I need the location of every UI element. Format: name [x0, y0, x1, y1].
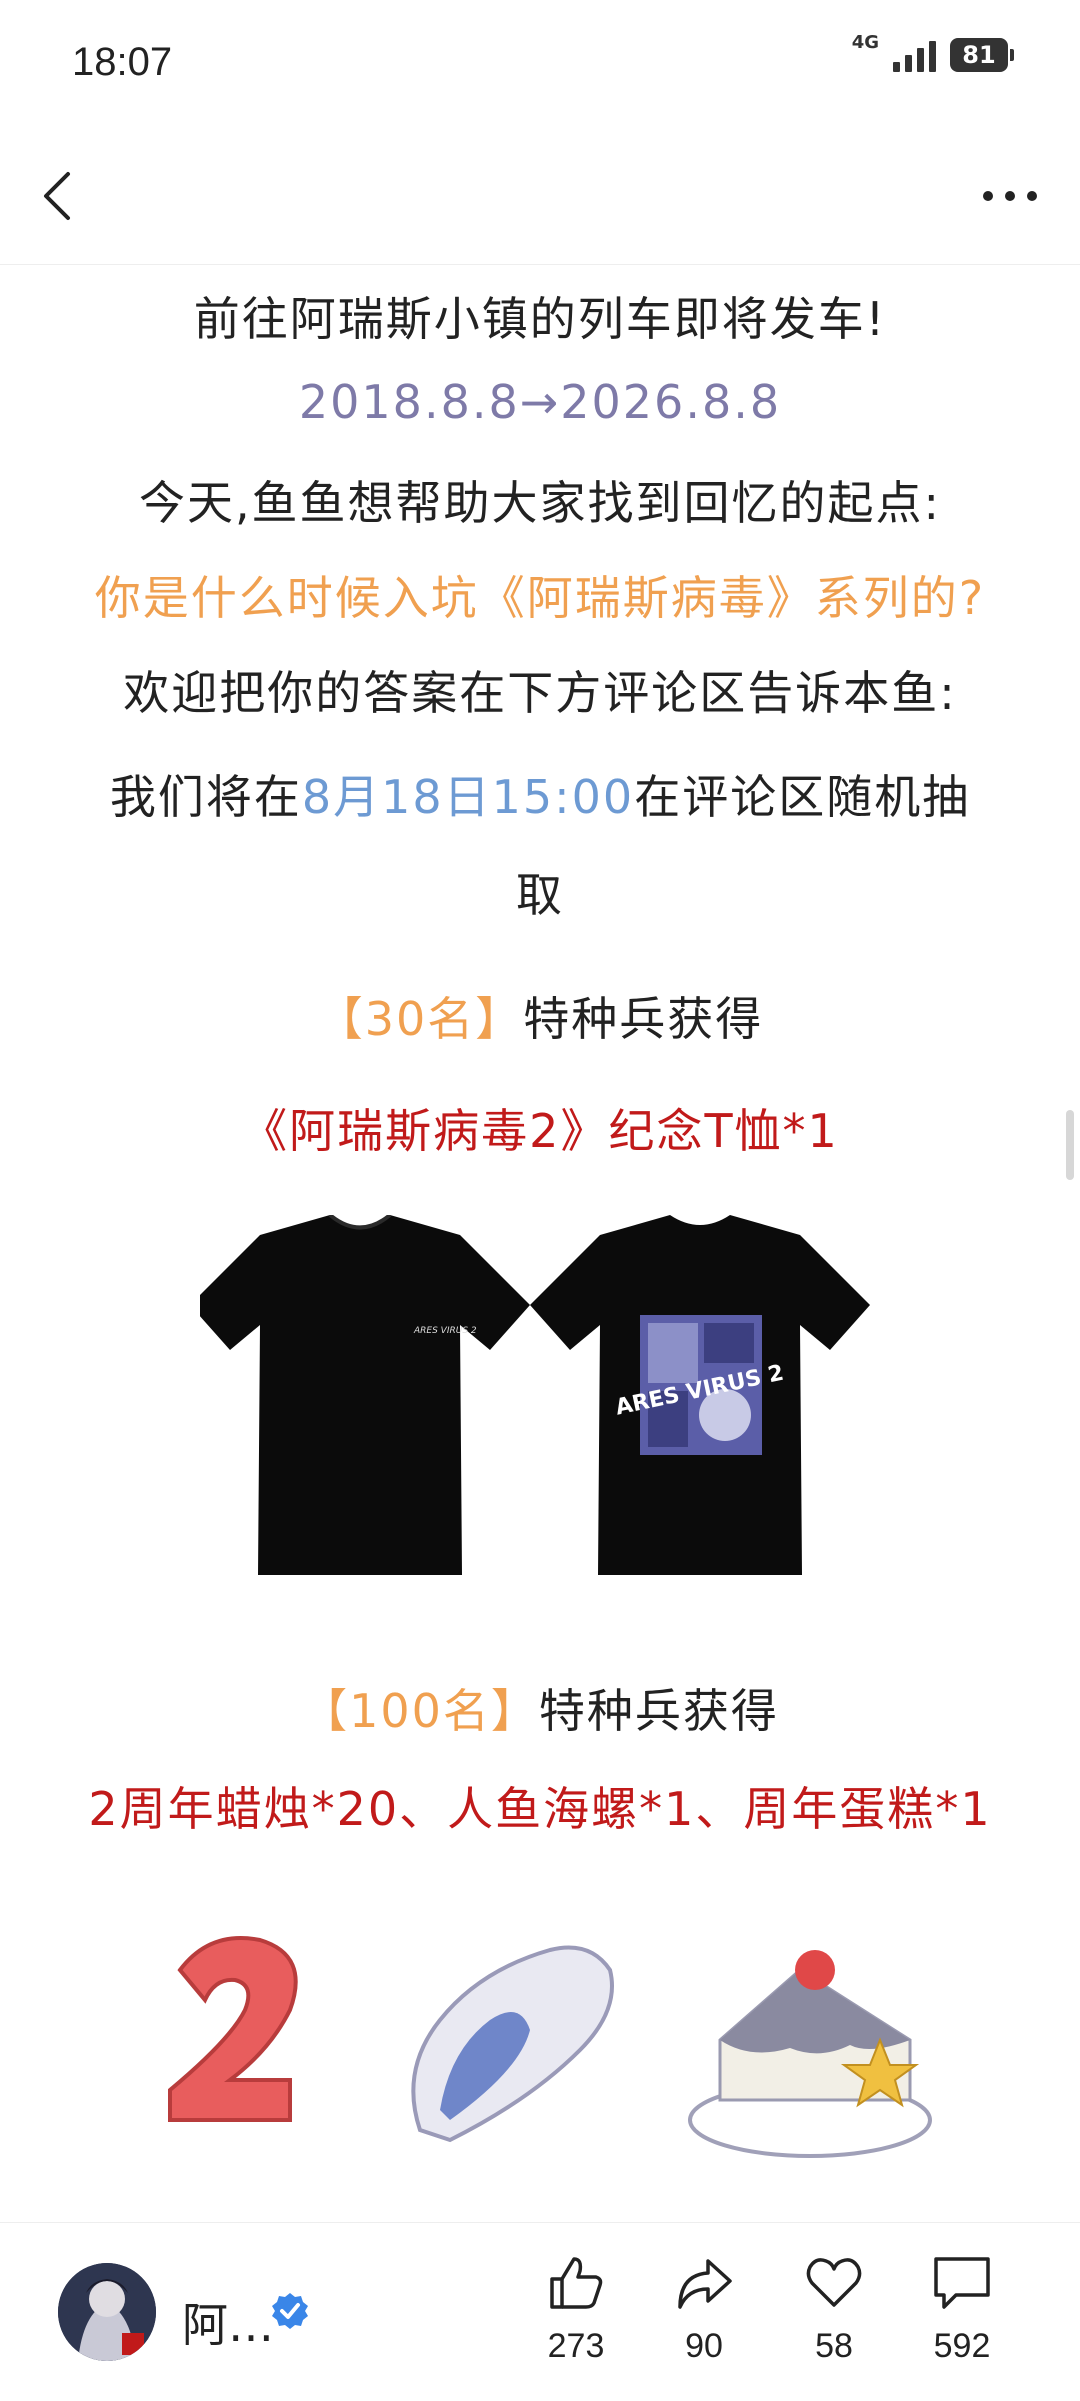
- prize2-heading: 【100名】特种兵获得: [0, 1675, 1080, 1741]
- like-button[interactable]: 273: [526, 2253, 626, 2366]
- draw-announcement-cont: 取: [516, 868, 564, 922]
- draw-time: 8月18日15:00: [301, 770, 635, 824]
- share-button[interactable]: 90: [654, 2253, 754, 2366]
- post-headline: 前往阿瑞斯小镇的列车即将发车!: [193, 292, 887, 346]
- prize2-count: 【100名】: [301, 1684, 539, 1738]
- post-intro: 今天,鱼鱼想帮助大家找到回忆的起点:: [138, 476, 942, 530]
- like-count: 273: [547, 2327, 605, 2365]
- prize1-item: 《阿瑞斯病毒2》纪念T恤*1: [241, 1104, 839, 1158]
- comment-icon: [934, 2257, 990, 2309]
- battery-icon: 81: [950, 38, 1014, 72]
- favorite-button[interactable]: 58: [784, 2253, 884, 2366]
- status-time: 18:07: [72, 40, 173, 84]
- thumbs-up-icon: [550, 2257, 603, 2309]
- top-nav-bar: [0, 130, 1080, 265]
- more-options-icon[interactable]: [980, 176, 1040, 216]
- post-question: 你是什么时候入坑《阿瑞斯病毒》系列的?: [94, 571, 986, 625]
- anniversary-dates: 2018.8.8→2026.8.8: [298, 375, 782, 429]
- tshirt-prize-image: ARES VIRUS 2 ARES VIRUS 2: [200, 1215, 870, 1575]
- heart-icon: [806, 2258, 862, 2307]
- status-bar: 18:07 4G 81: [0, 0, 1080, 130]
- gift-items-image: [168, 1936, 932, 2158]
- favorite-count: 58: [815, 2327, 853, 2365]
- author-avatar[interactable]: [58, 2263, 156, 2361]
- candle-2-icon: [168, 1936, 298, 2122]
- prize1-text: 特种兵获得: [523, 992, 764, 1046]
- prize1-count: 【30名】: [316, 992, 524, 1046]
- draw-announcement: 我们将在8月18日15:00在评论区随机抽: [0, 761, 1080, 827]
- prize2-text: 特种兵获得: [538, 1684, 779, 1738]
- network-type: 4G: [851, 32, 879, 53]
- status-indicators: 4G 81: [852, 34, 1014, 72]
- scroll-indicator[interactable]: [1066, 1110, 1074, 1180]
- back-arrow-icon[interactable]: [38, 166, 78, 226]
- signal-icon: [893, 38, 936, 72]
- post-invite: 欢迎把你的答案在下方评论区告诉本鱼:: [123, 666, 957, 720]
- cake-icon: [688, 1950, 932, 2158]
- conch-shell-icon: [411, 1945, 614, 2143]
- draw-text-post: 在评论区随机抽: [634, 770, 971, 824]
- comment-button[interactable]: 592: [912, 2253, 1012, 2366]
- author-name[interactable]: 阿…: [182, 2289, 274, 2355]
- front-logo: ARES VIRUS 2: [413, 1326, 477, 1336]
- prize1-heading: 【30名】特种兵获得: [0, 983, 1080, 1049]
- share-icon: [678, 2259, 732, 2309]
- draw-text-pre: 我们将在: [109, 770, 302, 824]
- comment-count: 592: [933, 2327, 991, 2365]
- prize2-items: 2周年蜡烛*20、人鱼海螺*1、周年蛋糕*1: [88, 1782, 992, 1836]
- verified-badge-icon: [272, 2293, 308, 2329]
- bottom-action-bar: 阿… 273 90 58 592: [0, 2222, 1080, 2401]
- share-count: 90: [685, 2327, 723, 2365]
